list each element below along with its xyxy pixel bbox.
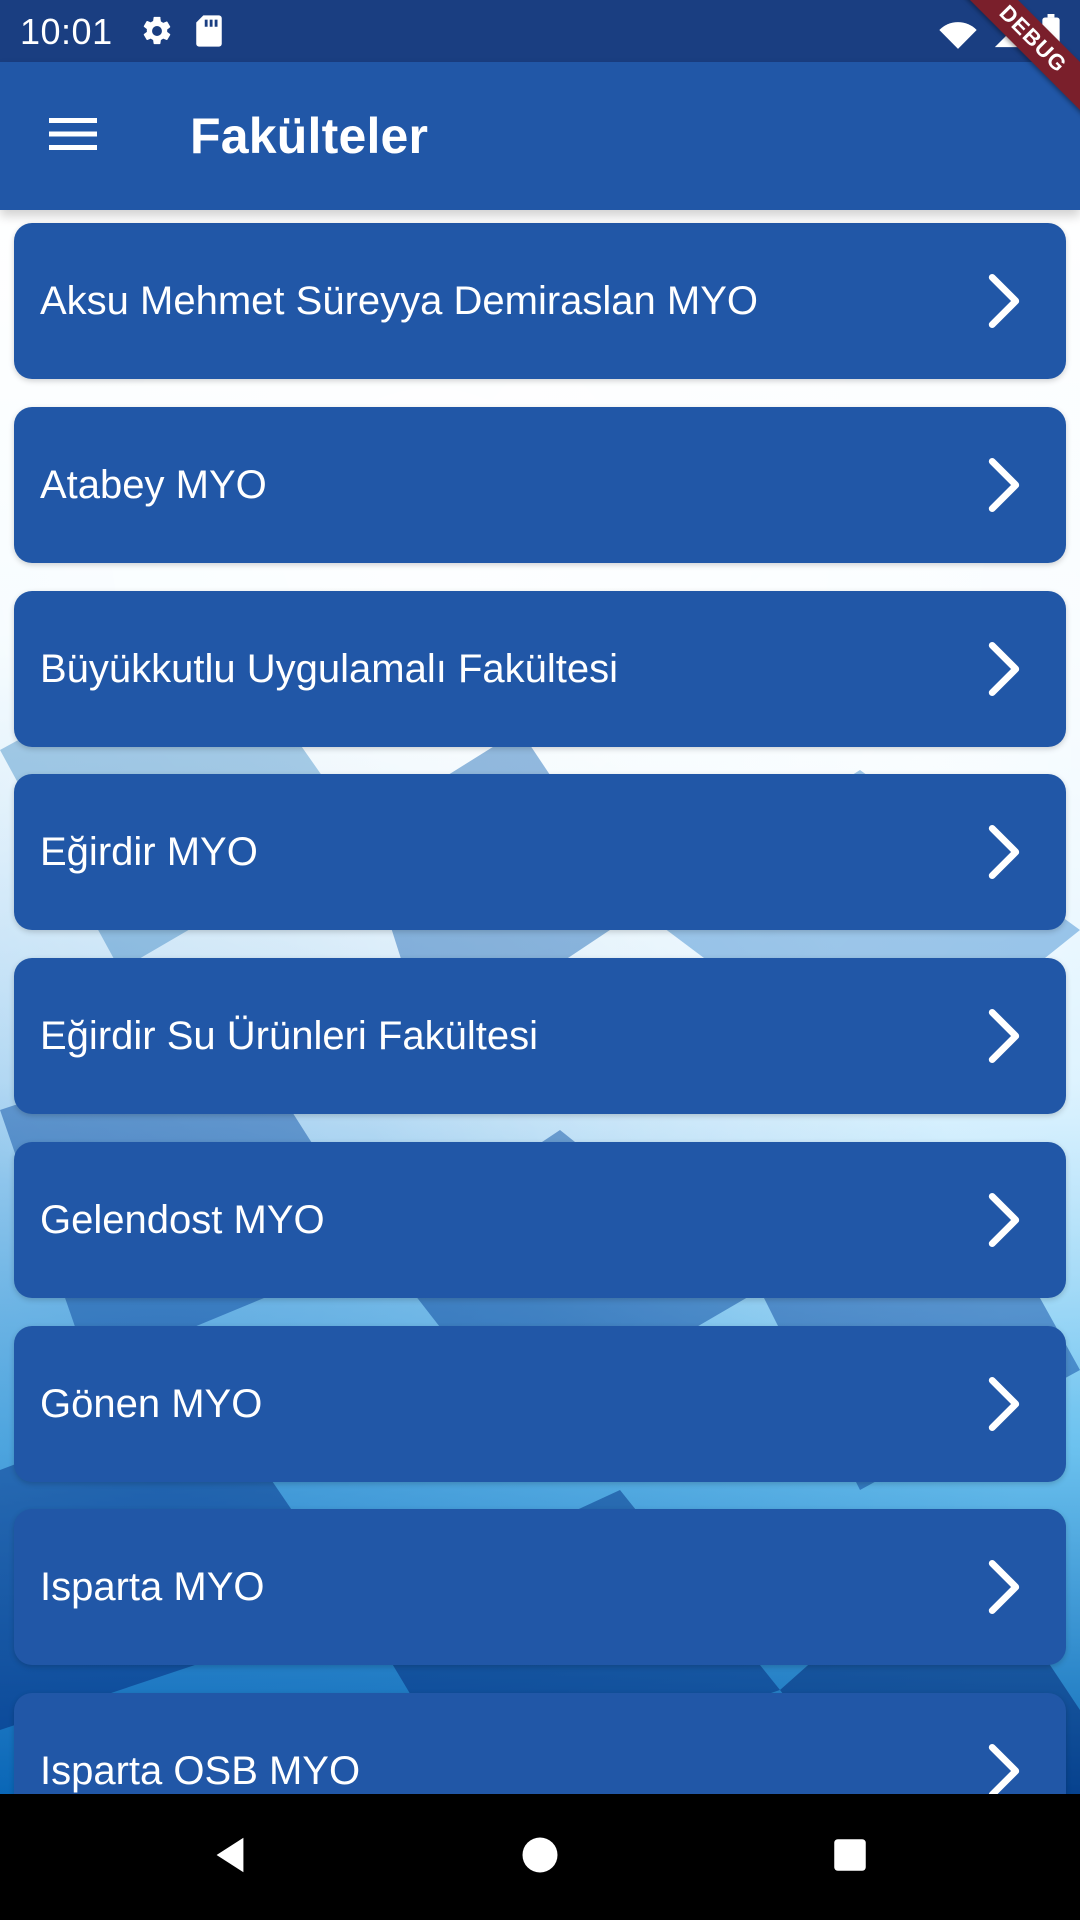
home-icon	[519, 1834, 561, 1881]
list-item[interactable]: Gelendost MYO	[14, 1142, 1066, 1298]
chevron-right-icon	[982, 1006, 1026, 1066]
faculty-list: Aksu Mehmet Süreyya Demiraslan MYO Atabe…	[0, 210, 1080, 1794]
list-item-label: Eğirdir MYO	[40, 830, 258, 874]
app-bar: Fakülteler	[0, 62, 1080, 210]
list-item-label: Isparta MYO	[40, 1565, 265, 1609]
nav-recents-button[interactable]	[815, 1822, 885, 1892]
list-item-label: Atabey MYO	[40, 463, 267, 507]
list-item[interactable]: Isparta MYO	[14, 1509, 1066, 1665]
sd-card-icon	[194, 14, 224, 53]
chevron-right-icon	[982, 822, 1026, 882]
recents-icon	[829, 1834, 871, 1881]
list-item[interactable]: Eğirdir Su Ürünleri Fakültesi	[14, 958, 1066, 1114]
page-title: Fakülteler	[190, 108, 429, 164]
status-bar: 10:01	[0, 0, 1080, 62]
list-item[interactable]: Gönen MYO	[14, 1326, 1066, 1482]
status-icons-left	[140, 14, 224, 53]
chevron-right-icon	[982, 1557, 1026, 1617]
list-item[interactable]: Atabey MYO	[14, 407, 1066, 563]
list-item[interactable]: Aksu Mehmet Süreyya Demiraslan MYO	[14, 223, 1066, 379]
list-item-label: Gelendost MYO	[40, 1198, 325, 1242]
chevron-right-icon	[982, 1741, 1026, 1794]
list-item-label: Büyükkutlu Uygulamalı Fakültesi	[40, 647, 619, 691]
system-nav-bar	[0, 1794, 1080, 1920]
wifi-icon	[938, 16, 978, 55]
list-item-label: Eğirdir Su Ürünleri Fakültesi	[40, 1014, 538, 1058]
list-item-label: Isparta OSB MYO	[40, 1749, 361, 1793]
back-icon	[207, 1832, 253, 1883]
status-time: 10:01	[20, 11, 113, 52]
chevron-right-icon	[982, 639, 1026, 699]
nav-home-button[interactable]	[505, 1822, 575, 1892]
list-item-label: Aksu Mehmet Süreyya Demiraslan MYO	[40, 279, 759, 323]
chevron-right-icon	[982, 1374, 1026, 1434]
chevron-right-icon	[982, 271, 1026, 331]
hamburger-menu-icon	[47, 114, 99, 159]
menu-button[interactable]	[28, 101, 118, 171]
list-item[interactable]: Eğirdir MYO	[14, 774, 1066, 930]
nav-back-button[interactable]	[195, 1822, 265, 1892]
chevron-right-icon	[982, 1190, 1026, 1250]
list-item-label: Gönen MYO	[40, 1382, 263, 1426]
list-item[interactable]: Büyükkutlu Uygulamalı Fakültesi	[14, 591, 1066, 747]
list-item[interactable]: Isparta OSB MYO	[14, 1693, 1066, 1794]
gear-icon	[140, 14, 174, 53]
chevron-right-icon	[982, 455, 1026, 515]
